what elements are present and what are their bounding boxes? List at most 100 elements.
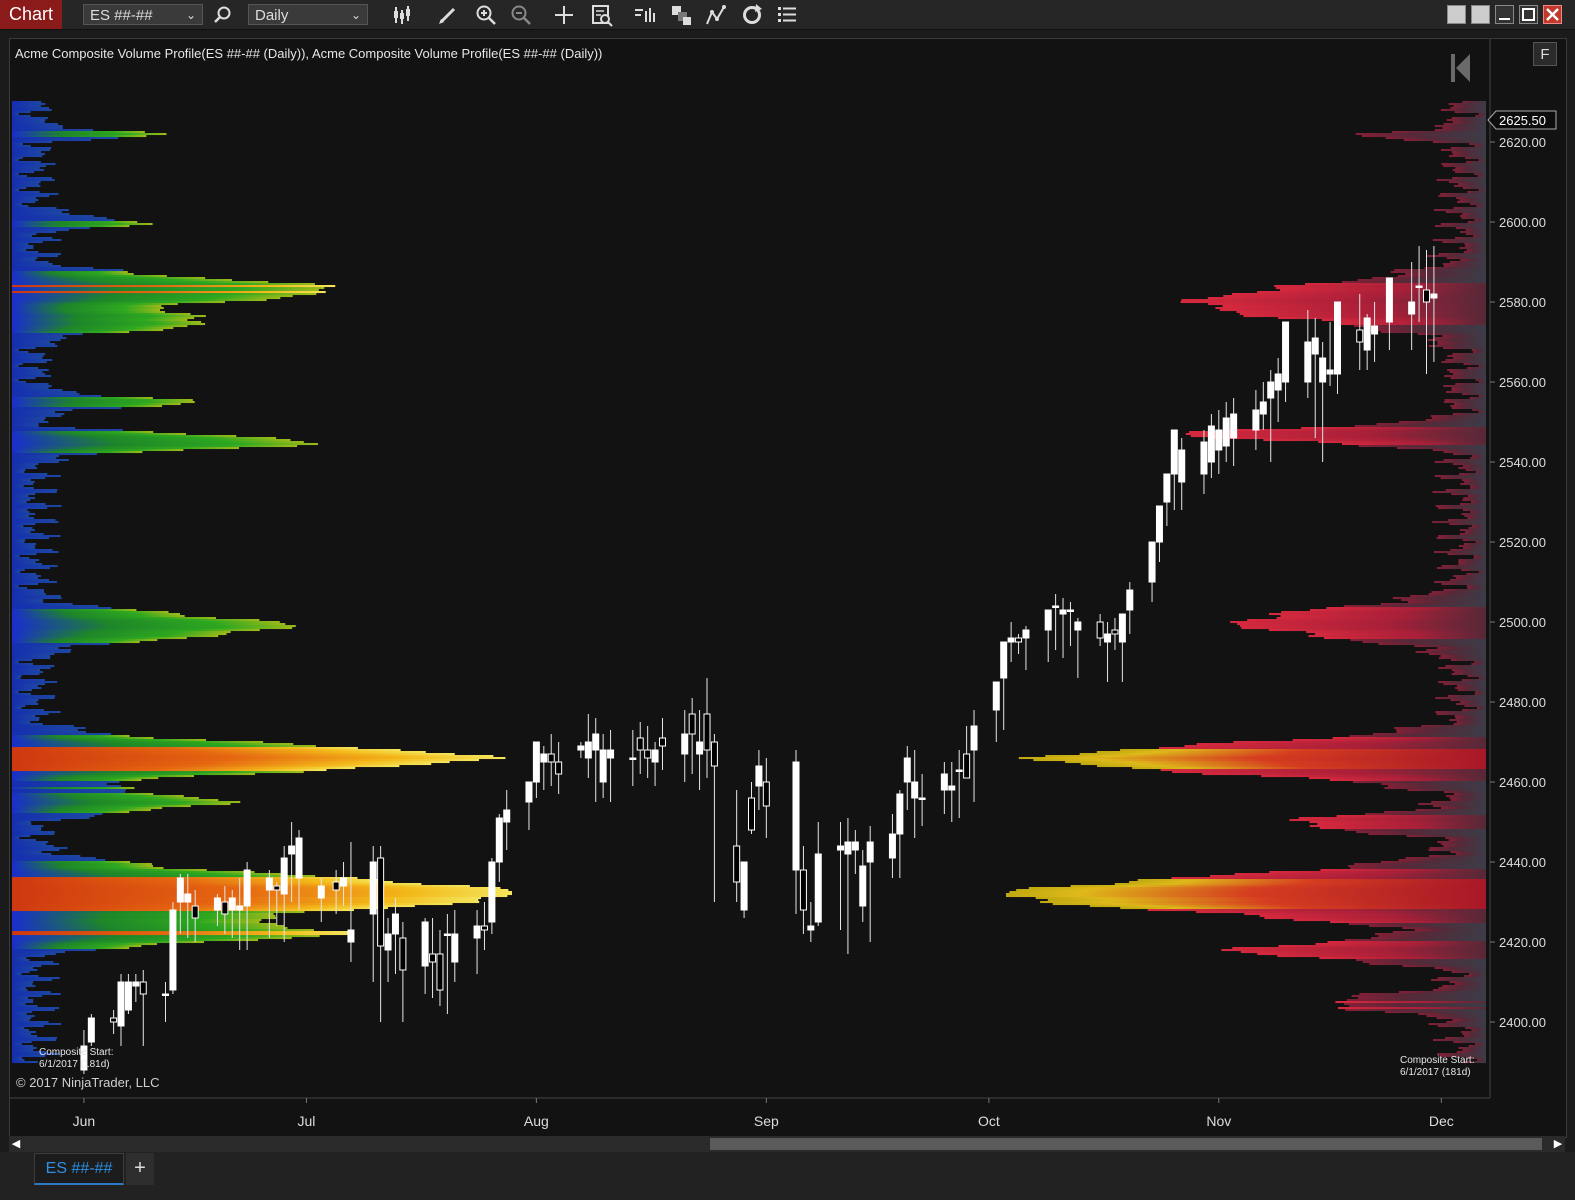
volume-profile-left-bar <box>12 1015 35 1018</box>
candle-body <box>1326 369 1334 375</box>
volume-profile-left-bar <box>12 979 53 982</box>
volume-profile-left-bar <box>12 649 72 652</box>
volume-profile-left-bar <box>12 1029 29 1032</box>
volume-profile-right-bar <box>1453 793 1486 796</box>
volume-profile-right-bar <box>1451 971 1486 974</box>
volume-profile-right-bar <box>1464 243 1486 246</box>
volume-profile-right-bar <box>1323 637 1486 640</box>
volume-profile-left-bar <box>12 263 53 266</box>
volume-profile-left-bar <box>12 967 34 970</box>
f-button[interactable]: F <box>1533 42 1557 66</box>
volume-profile-left-bar <box>12 479 31 482</box>
candle-body <box>332 881 340 891</box>
volume-profile-right-bar <box>1462 1033 1486 1036</box>
volume-profile-right-bar <box>1344 1003 1486 1006</box>
volume-profile-left-bar <box>12 319 188 322</box>
reset-scale-icon[interactable] <box>1446 52 1474 84</box>
volume-profile-left-bar <box>12 987 26 990</box>
scroll-thumb[interactable] <box>710 1138 1542 1150</box>
volume-profile-left-bar <box>12 915 276 918</box>
volume-profile-left-bar <box>12 735 130 738</box>
price-chart[interactable]: 2620.00 2600.00 2580.00 2560.00 2540.00 2520.… <box>0 0 1575 1200</box>
price-axis[interactable]: 2620.00 2600.00 2580.00 2560.00 2540.00 2520.… <box>1489 39 1546 1098</box>
volume-profile-left-bar <box>12 657 51 660</box>
volume-profile-right-bar <box>1462 709 1486 712</box>
volume-profile-right-bar <box>1471 349 1486 352</box>
volume-profile-left-bar <box>12 627 293 630</box>
volume-profile-left-bar <box>12 665 55 668</box>
volume-profile-left-bar <box>12 929 314 932</box>
volume-profile-left-bar <box>12 667 51 670</box>
volume-profile-right-bar <box>1415 809 1486 812</box>
volume-profile-right-bar <box>1244 913 1486 916</box>
volume-profile-right-bar <box>1006 895 1486 898</box>
volume-profile-left-bar <box>12 515 29 518</box>
volume-profile-left-bar <box>12 159 19 162</box>
volume-profile-left-bar <box>12 461 59 464</box>
volume-profile-left-bar <box>12 519 56 522</box>
volume-profile-left-bar <box>12 913 274 916</box>
volume-profile-right-bar <box>1052 903 1486 906</box>
volume-profile-left-bar <box>12 951 66 954</box>
scroll-left-icon[interactable]: ◀ <box>9 1136 23 1152</box>
candle-body <box>1200 441 1208 475</box>
volume-profile-right-bar <box>1269 613 1486 616</box>
tab-instrument[interactable]: ES ##-## <box>34 1153 124 1185</box>
volume-profile-left-bar <box>12 945 142 948</box>
volume-profile-right-bar <box>1445 1037 1486 1040</box>
volume-profile-right-bar <box>1450 549 1486 552</box>
volume-profile-right-bar <box>1368 833 1486 836</box>
volume-profile-left-bar <box>12 453 97 456</box>
volume-profile-left-bar <box>12 613 181 616</box>
volume-profile-left-bar <box>12 955 45 958</box>
volume-profile-right-bar <box>1470 511 1486 514</box>
candle-body <box>1319 357 1327 383</box>
volume-profile-right-bar <box>1350 867 1486 870</box>
volume-profile-right-bar <box>1453 575 1486 578</box>
volume-profile-left-bar <box>12 849 60 852</box>
volume-profile-left-bar <box>12 857 96 860</box>
volume-profile-left-bar <box>12 635 219 638</box>
volume-profile-right-bar <box>1474 219 1486 222</box>
add-tab-button[interactable]: + <box>126 1153 154 1185</box>
volume-profile-right-bar <box>1160 769 1486 772</box>
volume-profile-right-bar <box>1463 251 1486 254</box>
volume-profile-left-bar <box>12 421 49 424</box>
volume-profile-left-bar <box>12 771 304 774</box>
volume-profile-right-bar <box>1196 911 1486 914</box>
volume-profile-right-bar <box>1314 633 1486 636</box>
volume-profile-left-bar <box>12 361 47 364</box>
horizontal-scrollbar[interactable]: ◀ ▶ <box>9 1136 1565 1152</box>
volume-profile-left-bar <box>12 343 56 346</box>
volume-profile-left-bar <box>12 581 57 584</box>
volume-profile-left-bar <box>12 273 134 276</box>
scroll-right-icon[interactable]: ▶ <box>1551 1136 1565 1152</box>
volume-profile-right-bar <box>1474 173 1486 176</box>
time-axis[interactable]: Jun Jul Aug Sep Oct Nov Dec <box>10 1097 1490 1129</box>
volume-profile-left-bar <box>12 117 49 120</box>
candle-body <box>703 713 711 751</box>
candle-body <box>1126 589 1134 611</box>
volume-profile-right-bar <box>1370 327 1486 330</box>
volume-profile-right-bar <box>1474 661 1486 664</box>
volume-profile-right-bar <box>1463 363 1486 366</box>
volume-profile-left-bar <box>12 909 354 912</box>
volume-profile-right-bar <box>1362 961 1486 964</box>
volume-profile-right-bar <box>1184 745 1486 748</box>
candle-body <box>1007 637 1015 643</box>
volume-profile-right-bar <box>1474 145 1486 148</box>
volume-profile-right-bar <box>1450 579 1486 582</box>
volume-profile-left-bar <box>12 219 115 222</box>
volume-profile-left-bar <box>12 411 56 414</box>
volume-profile-left-bar <box>12 511 30 514</box>
volume-profile-right-bar <box>1462 393 1486 396</box>
candle-body <box>429 953 437 963</box>
volume-profile-left-bar <box>12 373 46 376</box>
volume-profile-right-bar <box>1431 591 1486 594</box>
volume-profile-right-bar <box>1463 465 1486 468</box>
volume-profile-right-bar <box>1365 813 1486 816</box>
volume-profile-right-bar <box>1335 1001 1486 1004</box>
indicator-label[interactable]: Acme Composite Volume Profile(ES ##-## (… <box>15 46 602 61</box>
volume-profile-right-bar <box>1356 831 1486 834</box>
volume-profile-left-bar <box>12 859 106 862</box>
